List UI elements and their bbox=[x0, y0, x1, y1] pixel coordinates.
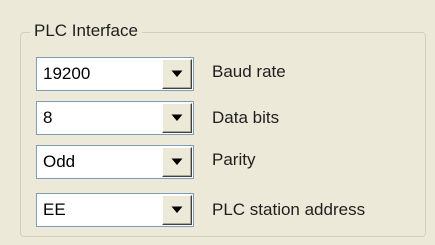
data-bits-dropdown-button[interactable] bbox=[162, 103, 192, 133]
plc-station-address-value: EE bbox=[43, 200, 66, 219]
baud-rate-label: Baud rate bbox=[212, 62, 286, 81]
chevron-down-icon bbox=[171, 158, 183, 165]
chevron-down-icon bbox=[171, 114, 183, 121]
chevron-down-icon bbox=[171, 70, 183, 77]
data-bits-value: 8 bbox=[43, 108, 53, 127]
chevron-down-icon bbox=[171, 206, 183, 213]
plc-station-address-dropdown-button[interactable] bbox=[162, 195, 192, 225]
parity-label: Parity bbox=[212, 150, 256, 169]
baud-rate-combobox[interactable]: 19200 bbox=[36, 57, 194, 91]
groupbox-title: PLC Interface bbox=[30, 19, 142, 43]
baud-rate-value: 19200 bbox=[43, 64, 91, 83]
parity-dropdown-button[interactable] bbox=[162, 147, 192, 177]
parity-combobox[interactable]: Odd bbox=[36, 145, 194, 179]
plc-station-address-label: PLC station address bbox=[212, 200, 366, 219]
baud-rate-dropdown-button[interactable] bbox=[162, 59, 192, 89]
data-bits-combobox[interactable]: 8 bbox=[36, 101, 194, 135]
plc-station-address-combobox[interactable]: EE bbox=[36, 193, 194, 227]
parity-value: Odd bbox=[43, 152, 76, 171]
data-bits-label: Data bits bbox=[212, 108, 280, 127]
